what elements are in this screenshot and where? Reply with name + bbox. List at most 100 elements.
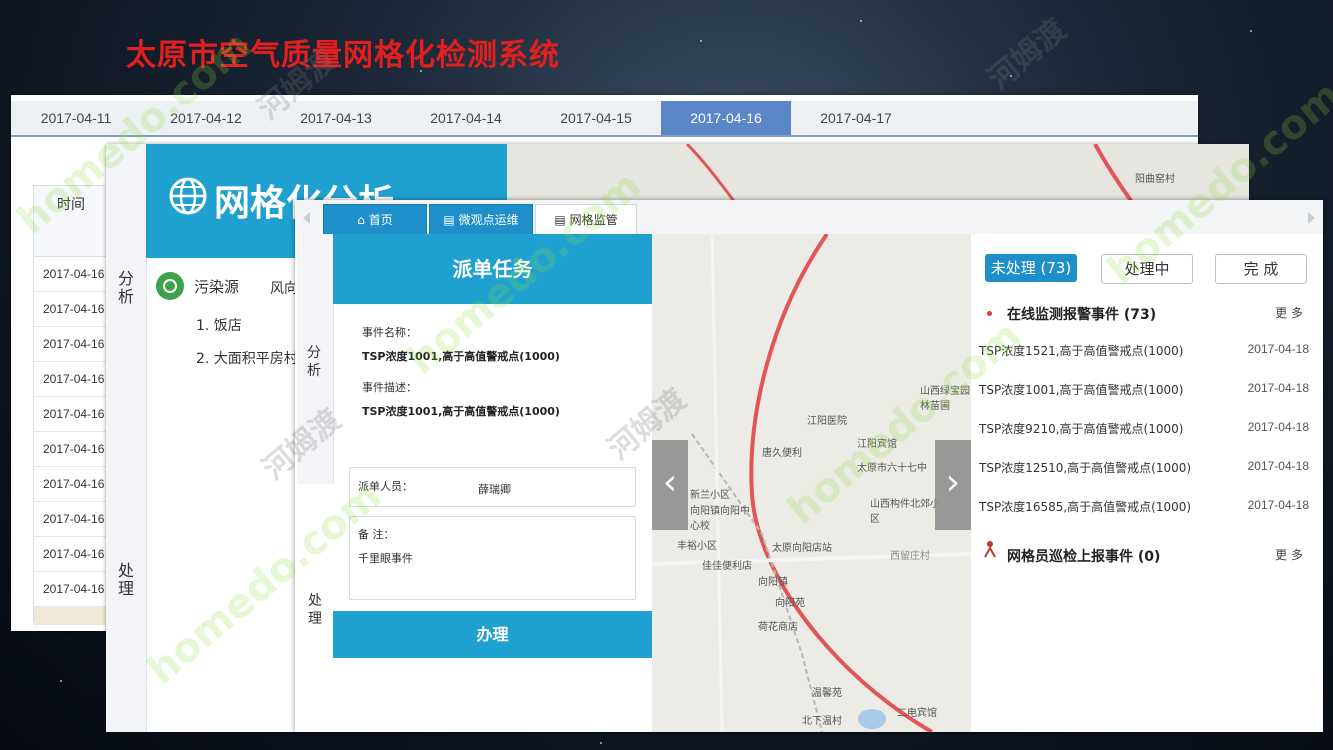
tab-grid-supervision[interactable]: ▤ 网格监管	[535, 204, 637, 235]
dispatcher-label: 派单人员：	[358, 480, 413, 493]
event-row[interactable]: TSP浓度1521,高于高值警戒点(1000) 2017-04-18	[979, 342, 1309, 359]
pollution-source-icon	[156, 272, 184, 300]
event-date: 2017-04-18	[1247, 381, 1309, 395]
event-date: 2017-04-18	[1247, 420, 1309, 434]
map-label: 北下温村	[802, 716, 842, 727]
date-tab[interactable]: 2017-04-15	[531, 101, 661, 135]
event-desc-value: TSP浓度1001,高于高值警戒点(1000)	[362, 405, 560, 418]
tab-micro-ops-label: 微观点运维	[458, 213, 519, 227]
tab-scroll-right-icon[interactable]	[1308, 212, 1315, 224]
dispatcher-field[interactable]: 派单人员： 薛瑞卿	[349, 467, 636, 507]
map-label: 向阳镇	[758, 577, 788, 588]
tab-home-label: 首页	[368, 213, 393, 227]
globe-icon	[169, 177, 207, 215]
date-tab[interactable]: 2017-04-13	[271, 101, 401, 135]
time-row[interactable]: 2017-04-16	[34, 502, 108, 537]
map-label: 唐久便利	[762, 448, 802, 459]
slide-title: 太原市空气质量网格化检测系统	[126, 38, 560, 73]
map-label: 阳曲窑村	[1135, 174, 1175, 185]
time-row[interactable]: 2017-04-16	[34, 327, 108, 362]
map-label: 太原向阳店站	[772, 543, 832, 554]
tab-home[interactable]: ⌂ 首页	[323, 204, 427, 236]
time-row[interactable]: 2017-04-16	[34, 362, 108, 397]
submit-button[interactable]: 办理	[333, 611, 652, 658]
date-tab[interactable]: 2017-04-17	[791, 101, 921, 135]
sidebar-handle-label[interactable]: 处理	[307, 592, 323, 628]
map-label: 向阳镇向阳中心校	[690, 506, 750, 532]
event-panel: 未处理 (73) 处理中 完 成 在线监测报警事件 (73) 更 多 TSP浓度…	[971, 234, 1323, 732]
date-tab-active[interactable]: 2017-04-16	[661, 101, 791, 135]
date-tab[interactable]: 2017-04-12	[141, 101, 271, 135]
event-text: TSP浓度1001,高于高值警戒点(1000)	[979, 383, 1184, 397]
map-label: 山西构件北郊小区	[870, 499, 940, 525]
date-tab[interactable]: 2017-04-11	[11, 101, 141, 135]
map-label: 丰裕小区	[677, 541, 717, 552]
map-prev-button[interactable]: ‹	[652, 440, 688, 530]
time-row[interactable]: 2017-04-16	[34, 537, 108, 572]
map-label: 西留庄村	[890, 551, 930, 562]
status-processing-button[interactable]: 处理中	[1101, 254, 1193, 284]
dispatch-window: ⌂ 首页 ▤ 微观点运维 ▤ 网格监管 分析 处理 派单任务 事件名称： TSP…	[295, 200, 1323, 732]
home-icon: ⌂	[357, 213, 365, 227]
event-text: TSP浓度9210,高于高值警戒点(1000)	[979, 422, 1184, 436]
pollution-source-item: 2. 大面积平房村	[196, 351, 298, 367]
event-date: 2017-04-18	[1247, 459, 1309, 473]
sidebar-analyze-label[interactable]: 分析	[306, 344, 322, 380]
grid-events-more-link[interactable]: 更 多	[1275, 546, 1303, 563]
status-unprocessed-button[interactable]: 未处理 (73)	[985, 254, 1077, 282]
dispatcher-value: 薛瑞卿	[478, 483, 511, 496]
event-row[interactable]: TSP浓度16585,高于高值警戒点(1000) 2017-04-18	[979, 498, 1309, 515]
time-row[interactable]: 2017-04-16	[34, 397, 108, 432]
time-column-header: 时间	[34, 186, 108, 257]
date-tab-bar: 2017-04-11 2017-04-12 2017-04-13 2017-04…	[11, 101, 1198, 137]
pollution-source-item: 1. 饭店	[196, 318, 242, 334]
time-row[interactable]: 2017-04-16	[34, 572, 108, 607]
remark-label: 备 注：	[358, 528, 395, 541]
time-row[interactable]: 2017-04-16	[34, 257, 108, 292]
event-text: TSP浓度12510,高于高值警戒点(1000)	[979, 461, 1192, 475]
event-name-value: TSP浓度1001,高于高值警戒点(1000)	[362, 350, 560, 363]
map-label: 二电宾馆	[897, 708, 937, 719]
time-row[interactable]: 2017-04-16	[34, 292, 108, 327]
online-events-title: 在线监测报警事件 (73)	[1007, 307, 1157, 323]
inspector-icon	[984, 541, 996, 558]
event-row[interactable]: TSP浓度1001,高于高值警戒点(1000) 2017-04-18	[979, 381, 1309, 398]
top-tab-bar: ⌂ 首页 ▤ 微观点运维 ▤ 网格监管	[295, 200, 1323, 236]
map-label: 山西绿宝园林苗圃	[920, 386, 970, 412]
sidebar-analyze-label[interactable]: 分析	[118, 270, 134, 306]
time-row[interactable]: 2017-04-16	[34, 432, 108, 467]
tab-micro-ops[interactable]: ▤ 微观点运维	[429, 204, 533, 236]
date-tab[interactable]: 2017-04-14	[401, 101, 531, 135]
map-next-button[interactable]: ›	[935, 440, 971, 530]
map-label: 太原市六十七中	[857, 463, 927, 474]
event-row[interactable]: TSP浓度9210,高于高值警戒点(1000) 2017-04-18	[979, 420, 1309, 437]
event-text: TSP浓度1521,高于高值警戒点(1000)	[979, 344, 1184, 358]
map-label: 江阳医院	[807, 416, 847, 427]
remark-field[interactable]: 备 注： 千里眼事件	[349, 516, 636, 600]
map-label: 向阳苑	[775, 598, 805, 609]
status-done-button[interactable]: 完 成	[1215, 254, 1307, 284]
pollution-label: 污染源	[194, 278, 240, 296]
time-table: 时间 2017-04-16 2017-04-16 2017-04-16 2017…	[33, 185, 109, 625]
side-panel: 分析 处理	[106, 144, 147, 732]
event-desc-label: 事件描述：	[362, 381, 417, 394]
sidebar-handle-label[interactable]: 处理	[118, 562, 134, 598]
document-icon: ▤	[443, 213, 455, 227]
side-panel: 分析	[297, 234, 334, 484]
map-label: 佳佳便利店	[702, 561, 752, 572]
online-events-more-link[interactable]: 更 多	[1275, 304, 1303, 321]
map-label: 江阳宾馆	[857, 439, 897, 450]
event-date: 2017-04-18	[1247, 342, 1309, 356]
map-label: 荷花商店	[758, 622, 798, 633]
watermark: 河姆渡	[981, 12, 1073, 98]
grid-events-title: 网格员巡检上报事件 (0)	[1007, 549, 1161, 565]
event-date: 2017-04-18	[1247, 498, 1309, 512]
map-view[interactable]: 江阳医院 唐久便利 江阳宾馆 太原市六十七中 新兰小区 向阳镇向阳中心校 丰裕小…	[652, 234, 971, 732]
tab-scroll-left-icon[interactable]	[303, 212, 310, 224]
map-label: 温馨苑	[812, 688, 842, 699]
remark-value: 千里眼事件	[358, 552, 413, 565]
event-row[interactable]: TSP浓度12510,高于高值警戒点(1000) 2017-04-18	[979, 459, 1309, 476]
time-row[interactable]: 2017-04-16	[34, 467, 108, 502]
map-roads	[652, 234, 971, 732]
map-label: 新兰小区	[690, 490, 730, 501]
